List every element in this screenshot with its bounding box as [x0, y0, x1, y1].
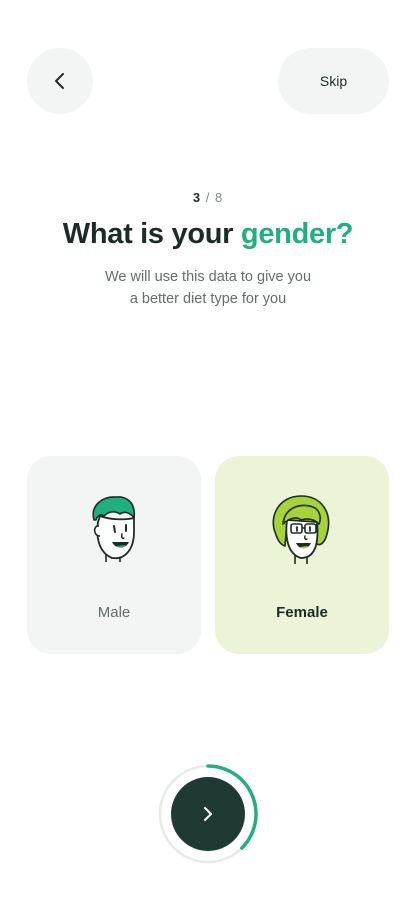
subtitle-line-2: a better diet type for you	[129, 291, 287, 307]
step-separator: /	[205, 190, 211, 205]
page-subtitle: We will use this data to give you a bett…	[60, 266, 356, 310]
page-title: What is your gender?	[0, 218, 416, 251]
gender-option-female[interactable]: Female	[215, 456, 389, 654]
chevron-right-icon	[204, 807, 212, 821]
step-current: 3	[192, 190, 202, 205]
step-total: 8	[214, 190, 224, 205]
chevron-left-icon	[55, 73, 64, 89]
gender-option-male[interactable]: Male	[27, 456, 201, 654]
step-indicator: 3 / 8	[0, 190, 416, 205]
skip-button[interactable]: Skip	[278, 48, 389, 114]
male-face-icon	[92, 496, 136, 562]
subtitle-line-1: We will use this data to give you	[104, 269, 312, 285]
title-prefix: What is your	[62, 218, 241, 250]
female-face-icon	[272, 495, 330, 564]
gender-option-label: Male	[97, 604, 131, 621]
skip-label: Skip	[319, 73, 348, 89]
title-highlight: gender?	[240, 218, 354, 250]
next-button[interactable]	[171, 777, 245, 851]
gender-option-label: Female	[276, 604, 328, 621]
back-button[interactable]	[27, 48, 93, 114]
